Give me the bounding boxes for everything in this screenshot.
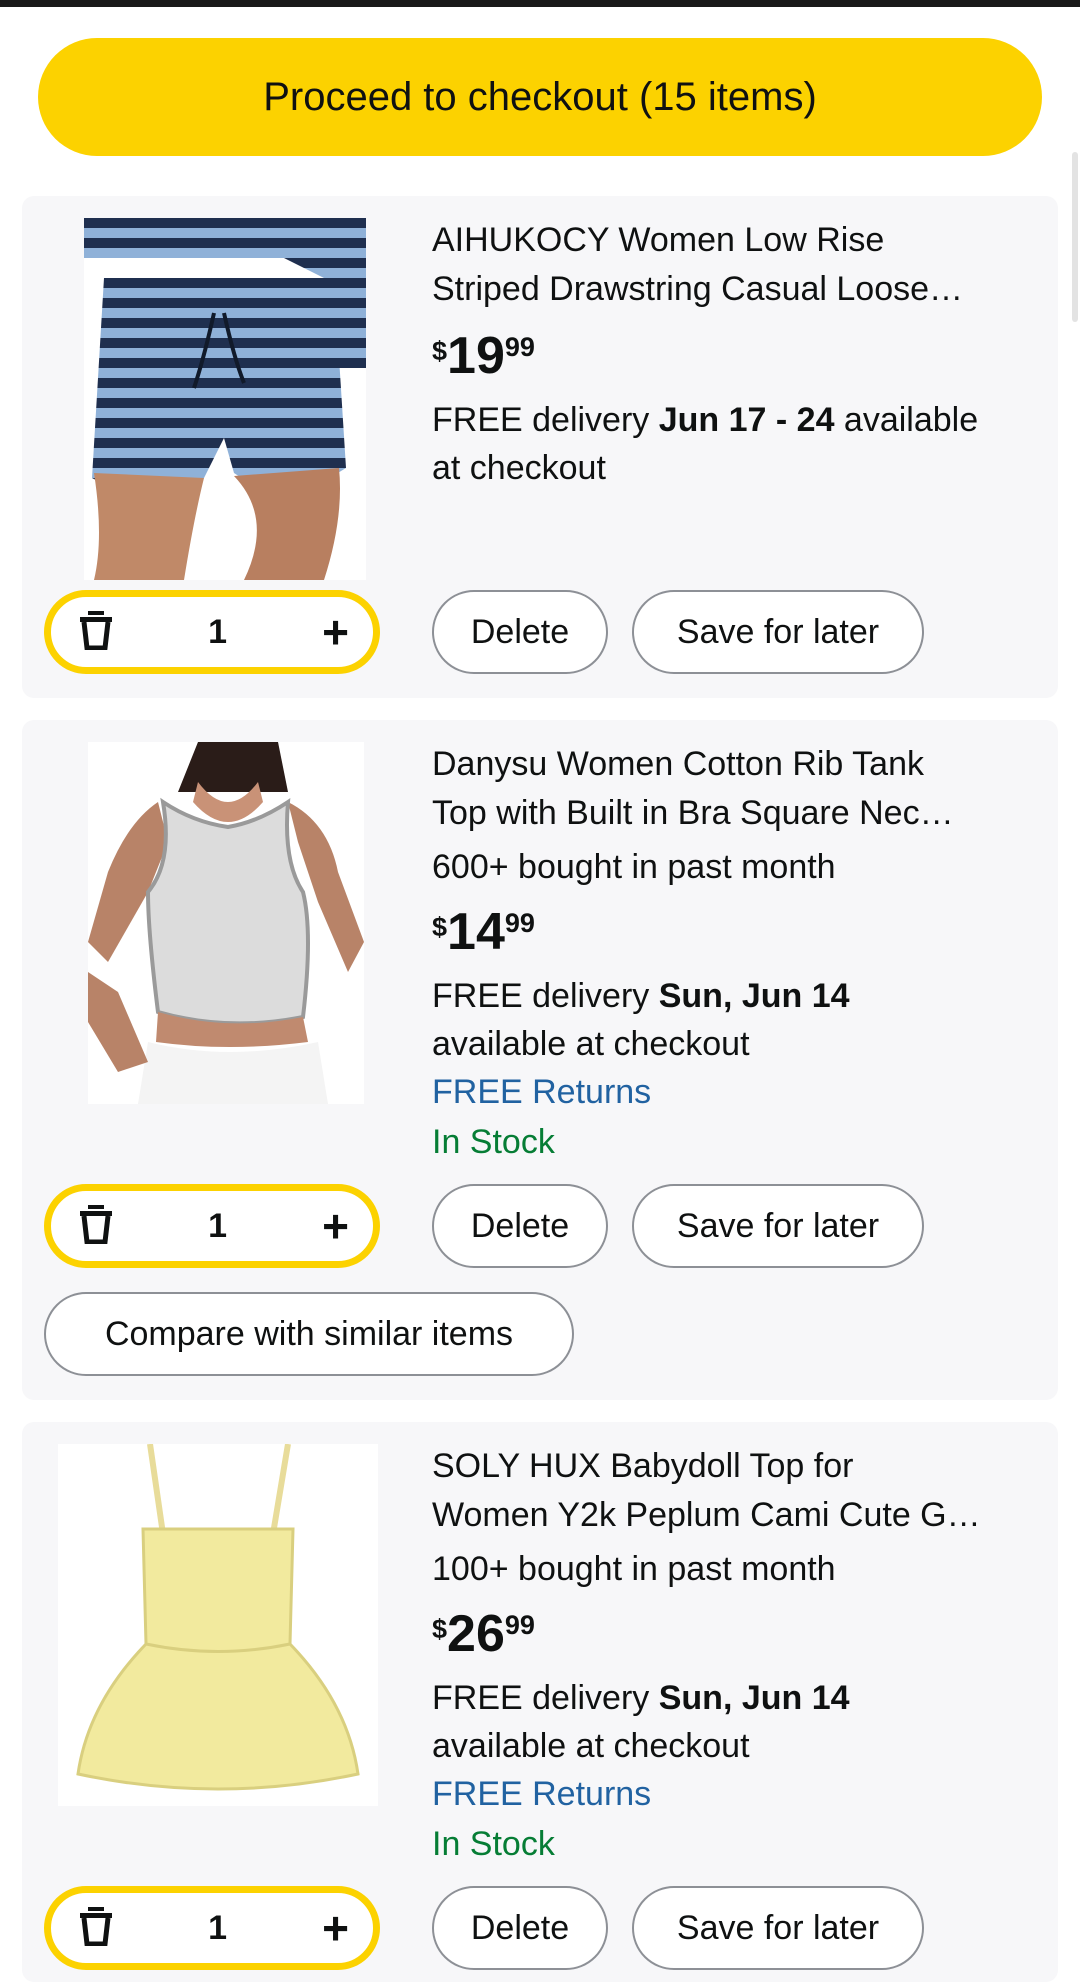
delivery-info: FREE delivery Sun, Jun 14 available at c… (432, 1679, 850, 1765)
product-price: $ 14 99 (432, 903, 535, 961)
scroll-indicator[interactable] (1072, 152, 1078, 322)
quantity-stepper: 1 + (44, 1886, 380, 1970)
delete-button[interactable]: Delete (432, 1184, 608, 1268)
delivery-info: FREE delivery Jun 17 - 24 available at c… (432, 401, 979, 487)
plus-icon[interactable]: + (322, 609, 349, 655)
quantity-value: 1 (208, 1206, 228, 1245)
delete-button[interactable]: Delete (432, 1886, 608, 1970)
save-for-later-button[interactable]: Save for later (632, 590, 924, 674)
status-bar (0, 0, 1080, 7)
trash-icon[interactable] (79, 1204, 113, 1249)
quantity-stepper: 1 + (44, 1184, 380, 1268)
save-for-later-button[interactable]: Save for later (632, 1184, 924, 1268)
product-title[interactable]: SOLY HUX Babydoll Top for Women Y2k Pepl… (432, 1442, 1038, 1540)
cart-item: AIHUKOCY Women Low Rise Striped Drawstri… (22, 196, 1058, 698)
quantity-stepper: 1 + (44, 590, 380, 674)
bought-count: 600+ bought in past month (432, 848, 836, 886)
product-price: $ 19 99 (432, 327, 535, 385)
cart-item: SOLY HUX Babydoll Top for Women Y2k Pepl… (22, 1422, 1058, 1982)
plus-icon[interactable]: + (322, 1203, 349, 1249)
stock-status: In Stock (432, 1123, 555, 1161)
product-image[interactable] (58, 1444, 378, 1806)
bought-count: 100+ bought in past month (432, 1550, 836, 1588)
free-returns-link[interactable]: FREE Returns (432, 1770, 1038, 1818)
trash-icon[interactable] (79, 610, 113, 655)
free-returns-link[interactable]: FREE Returns (432, 1068, 1038, 1116)
trash-icon[interactable] (79, 1906, 113, 1951)
stock-status: In Stock (432, 1825, 555, 1863)
product-image[interactable] (84, 218, 366, 580)
cart-item: Danysu Women Cotton Rib Tank Top with Bu… (22, 720, 1058, 1400)
delete-button[interactable]: Delete (432, 590, 608, 674)
compare-similar-button[interactable]: Compare with similar items (44, 1292, 574, 1376)
plus-icon[interactable]: + (322, 1905, 349, 1951)
proceed-to-checkout-button[interactable]: Proceed to checkout (15 items) (38, 38, 1042, 156)
quantity-value: 1 (208, 1908, 228, 1947)
save-for-later-button[interactable]: Save for later (632, 1886, 924, 1970)
quantity-value: 1 (208, 612, 228, 651)
delivery-info: FREE delivery Sun, Jun 14 available at c… (432, 977, 850, 1063)
product-price: $ 26 99 (432, 1605, 535, 1663)
product-title[interactable]: AIHUKOCY Women Low Rise Striped Drawstri… (432, 216, 1038, 314)
product-title[interactable]: Danysu Women Cotton Rib Tank Top with Bu… (432, 740, 1038, 838)
product-image[interactable] (88, 742, 364, 1104)
